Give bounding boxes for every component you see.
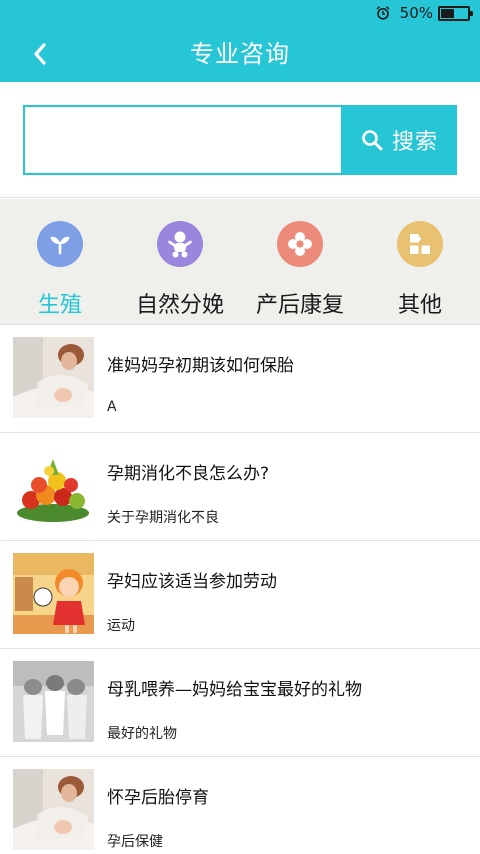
alarm-clock-icon (376, 6, 390, 20)
baby-icon (168, 231, 192, 258)
category-postpartum-recovery[interactable]: 产后康复 (240, 199, 360, 324)
category-icon-circle (397, 221, 443, 267)
mother-baby-photo (13, 337, 94, 418)
list-item[interactable]: 母乳喂养—妈妈给宝宝最好的礼物 最好的礼物 (0, 649, 480, 757)
list-item[interactable]: 孕妇应该适当参加劳动 运动 (0, 541, 480, 649)
category-icon-circle (37, 221, 83, 267)
article-description: A (107, 399, 117, 415)
article-description: 关于孕期消化不良 (107, 510, 219, 526)
article-description: 孕后保健 (107, 834, 163, 850)
battery-level (441, 8, 454, 18)
sprout-icon (50, 236, 70, 255)
page-title: 专业咨询 (190, 40, 290, 68)
category-reproduction[interactable]: 生殖 (0, 199, 120, 324)
flower-icon (288, 232, 312, 256)
apps-grid-icon (410, 234, 430, 254)
status-bar: 50% (0, 0, 480, 26)
search-area: 搜索 (0, 82, 480, 198)
list-item[interactable]: 孕期消化不良怎么办? 关于孕期消化不良 (0, 433, 480, 541)
chevron-left-icon (34, 43, 46, 65)
category-bar: 生殖 自然分娩 产后康复 其他 (0, 199, 480, 325)
search-button[interactable]: 搜索 (341, 105, 457, 175)
category-label: 产后康复 (255, 293, 344, 318)
article-title: 母乳喂养—妈妈给宝宝最好的礼物 (107, 680, 362, 700)
battery-percentage: 50% (399, 4, 433, 22)
navigation-bar: 专业咨询 (0, 26, 480, 82)
status-indicators: 50% (376, 4, 473, 22)
category-icon-circle (157, 221, 203, 267)
article-description: 最好的礼物 (107, 726, 177, 742)
sleeping-babies-photo (13, 661, 94, 742)
article-title: 怀孕后胎停育 (107, 788, 209, 808)
search-button-label: 搜索 (391, 130, 438, 155)
category-label: 生殖 (37, 293, 82, 318)
article-description: 运动 (107, 618, 135, 634)
cartoon-girl-illustration (13, 553, 94, 634)
article-list: 准妈妈孕初期该如何保胎 A 孕期消化不良怎么办? 关于孕期消化不良 孕妇应该适当… (0, 325, 480, 854)
article-title: 孕妇应该适当参加劳动 (107, 572, 277, 592)
article-title: 孕期消化不良怎么办? (107, 464, 270, 484)
list-item[interactable]: 怀孕后胎停育 孕后保健 (0, 757, 480, 854)
back-button[interactable] (24, 38, 56, 70)
fruits-vegetables-photo (13, 445, 94, 526)
category-label: 其他 (397, 293, 442, 318)
category-label: 自然分娩 (135, 293, 224, 318)
search-input[interactable] (23, 105, 342, 175)
search-icon (362, 130, 383, 151)
article-title: 准妈妈孕初期该如何保胎 (107, 356, 294, 376)
battery-icon (438, 5, 473, 21)
category-natural-birth[interactable]: 自然分娩 (120, 199, 240, 324)
list-item[interactable]: 准妈妈孕初期该如何保胎 A (0, 325, 480, 433)
mother-baby-photo (13, 769, 94, 850)
category-other[interactable]: 其他 (360, 199, 480, 324)
category-icon-circle (277, 221, 323, 267)
